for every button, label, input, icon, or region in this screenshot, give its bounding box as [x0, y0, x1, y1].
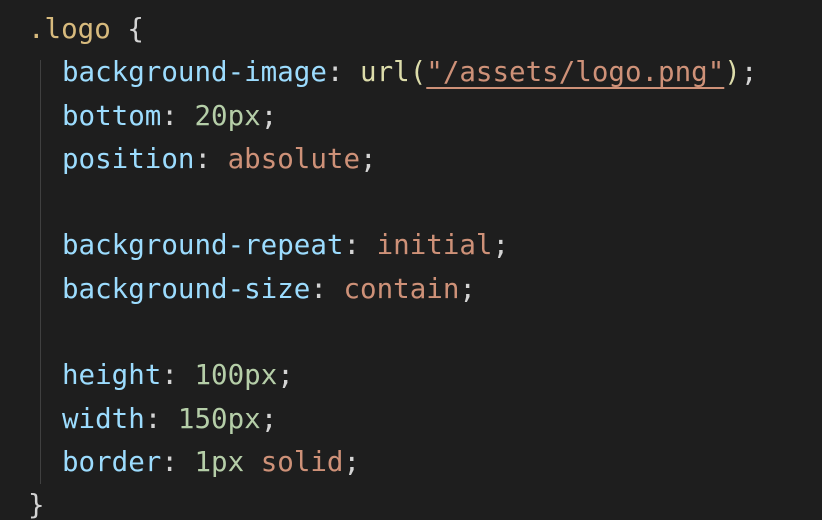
code-line-position: position: absolute;	[0, 138, 822, 181]
semicolon: ;	[277, 359, 294, 392]
css-value-keyword: solid	[260, 445, 344, 478]
css-property: background-repeat	[62, 229, 344, 262]
semicolon: ;	[459, 272, 476, 305]
code-line-background-size: background-size: contain;	[0, 268, 822, 311]
colon: :	[161, 359, 178, 392]
css-property: background-size	[62, 272, 311, 305]
css-value-number: 1px	[194, 445, 245, 478]
semicolon: ;	[260, 402, 278, 435]
colon: :	[194, 142, 212, 175]
css-property: bottom	[62, 99, 162, 132]
css-value: 150px	[177, 402, 261, 435]
colon: :	[343, 229, 361, 262]
code-line-border: border: 1px solid;	[0, 441, 822, 484]
css-property: background-image	[62, 56, 327, 89]
colon: :	[144, 402, 162, 435]
code-line-bottom: bottom: 20px;	[0, 95, 822, 138]
semicolon: ;	[360, 142, 377, 175]
semicolon: ;	[260, 99, 278, 132]
colon: :	[326, 56, 344, 89]
semicolon: ;	[343, 445, 361, 478]
css-property: position	[62, 142, 195, 175]
colon: :	[310, 272, 327, 305]
code-line-selector: .logo {	[0, 8, 822, 51]
css-value: 20px	[194, 99, 261, 132]
colon: :	[161, 99, 178, 132]
css-property: width	[62, 402, 145, 435]
code-line-background-repeat: background-repeat: initial;	[0, 224, 822, 267]
url-function-close: )	[724, 56, 741, 89]
url-function: url(	[360, 56, 427, 89]
open-brace: {	[127, 13, 144, 45]
code-editor[interactable]: .logo { background-image: url("/assets/l…	[0, 0, 822, 520]
close-brace: }	[28, 489, 45, 520]
semicolon: ;	[492, 229, 510, 262]
css-property: height	[62, 359, 162, 392]
css-value: contain	[343, 272, 460, 305]
css-value: absolute	[227, 142, 361, 175]
code-line-height: height: 100px;	[0, 354, 822, 397]
css-value: initial	[376, 229, 493, 262]
css-value: 100px	[194, 359, 278, 392]
colon: :	[161, 445, 178, 478]
code-line-close: }	[0, 484, 822, 520]
code-line-background-image: background-image: url("/assets/logo.png"…	[0, 51, 822, 94]
css-property: border	[62, 445, 162, 478]
css-selector: .logo	[28, 13, 111, 45]
url-string-link[interactable]: "/assets/logo.png"	[426, 56, 724, 88]
semicolon: ;	[740, 56, 758, 89]
code-line-width: width: 150px;	[0, 398, 822, 441]
